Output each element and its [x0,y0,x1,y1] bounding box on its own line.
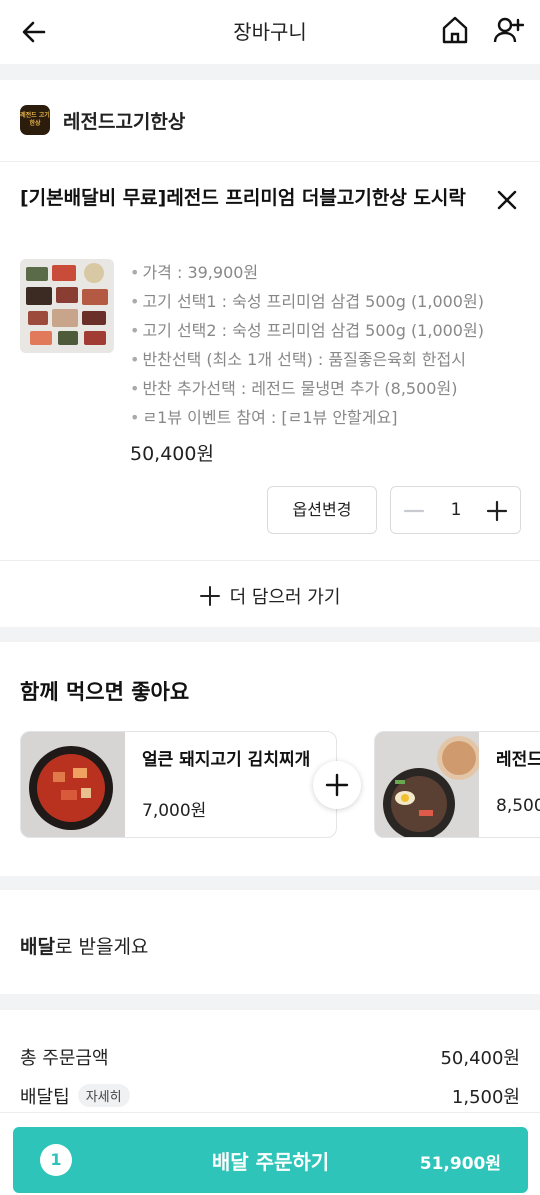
recommend-image [21,732,125,837]
product-name: [기본배달비 무료]레전드 프리미엄 더블고기한상 도시락 [20,187,466,209]
recommend-price: 7,000원 [142,801,207,821]
plus-icon [199,586,220,606]
total-label: 총 주문금액 [20,1048,109,1069]
tip-detail-badge[interactable]: 자세히 [77,1084,130,1107]
section-divider [0,627,540,642]
option-change-button[interactable]: 옵션변경 [267,486,377,534]
section-divider [0,876,540,890]
home-icon[interactable] [440,14,470,46]
recommend-card[interactable]: 레전드 8,500 [374,731,540,838]
delivery-bold: 배달 [20,936,55,958]
plus-icon[interactable] [485,499,509,523]
store-name: 레전드고기한상 [63,111,186,133]
recommend-image [375,732,481,837]
option-list: 가격 : 39,900원 고기 선택1 : 숙성 프리미엄 삼겹 500g (1… [130,258,530,432]
tip-label-wrap: 배달팁 자세히 [20,1083,130,1109]
footer-bar: 1 배달 주문하기 51,900원 [0,1112,540,1195]
total-value: 50,400원 [440,1048,520,1069]
order-button[interactable]: 1 배달 주문하기 51,900원 [13,1127,528,1193]
store-logo: 레전드 고기한상 [20,105,50,135]
tip-value: 1,500원 [451,1087,520,1108]
minus-icon[interactable] [403,500,425,522]
option-item: 고기 선택2 : 숙성 프리미엄 삼겹 500g (1,000원) [130,316,530,345]
add-user-icon[interactable] [492,14,524,46]
tip-label: 배달팁 [20,1087,70,1108]
cart-item: [기본배달비 무료]레전드 프리미엄 더블고기한상 도시락 가격 : 39,90… [0,163,540,559]
delivery-text: 배달로 받을게요 [20,932,148,959]
recommend-name: 얼큰 돼지고기 김치찌개 [142,750,311,770]
product-price: 50,400원 [130,443,214,465]
recommend-name: 레전드 [496,750,540,770]
order-summary: 총 주문금액 50,400원 배달팁 자세히 1,500원 [0,1010,540,1120]
close-icon[interactable] [494,187,520,213]
order-total-price: 51,900원 [419,1154,501,1174]
option-item: 가격 : 39,900원 [130,258,530,287]
add-item-button[interactable] [313,761,361,809]
option-item: 반찬선택 (최소 1개 선택) : 품질좋은육회 한접시 [130,345,530,374]
add-more-button[interactable]: 더 담으러 가기 [0,560,540,627]
product-image [20,259,114,353]
option-item: 반찬 추가선택 : 레전드 물냉면 추가 (8,500원) [130,374,530,403]
store-row[interactable]: 레전드 고기한상 레전드고기한상 [0,80,540,162]
option-item: ㄹ1뷰 이벤트 참여 : [ㄹ1뷰 안할게요] [130,403,530,432]
recommend-section: 함께 먹으면 좋아요 얼큰 돼지고기 김치찌개 7,000원 레전드 8,500 [0,642,540,876]
plus-icon [325,773,349,797]
delivery-rest: 로 받을게요 [54,936,149,958]
app-header: 장바구니 [0,0,540,64]
section-divider [0,64,540,80]
section-divider [0,994,540,1010]
delivery-option[interactable]: 배달로 받을게요 [0,890,540,994]
option-item: 고기 선택1 : 숙성 프리미엄 삼겹 500g (1,000원) [130,287,530,316]
recommend-price: 8,500 [496,796,540,816]
recommend-card[interactable]: 얼큰 돼지고기 김치찌개 7,000원 [20,731,337,838]
quantity-value: 1 [450,500,462,520]
quantity-stepper: 1 [390,486,521,534]
recommend-title: 함께 먹으면 좋아요 [20,680,190,704]
add-more-label: 더 담으러 가기 [229,587,341,608]
